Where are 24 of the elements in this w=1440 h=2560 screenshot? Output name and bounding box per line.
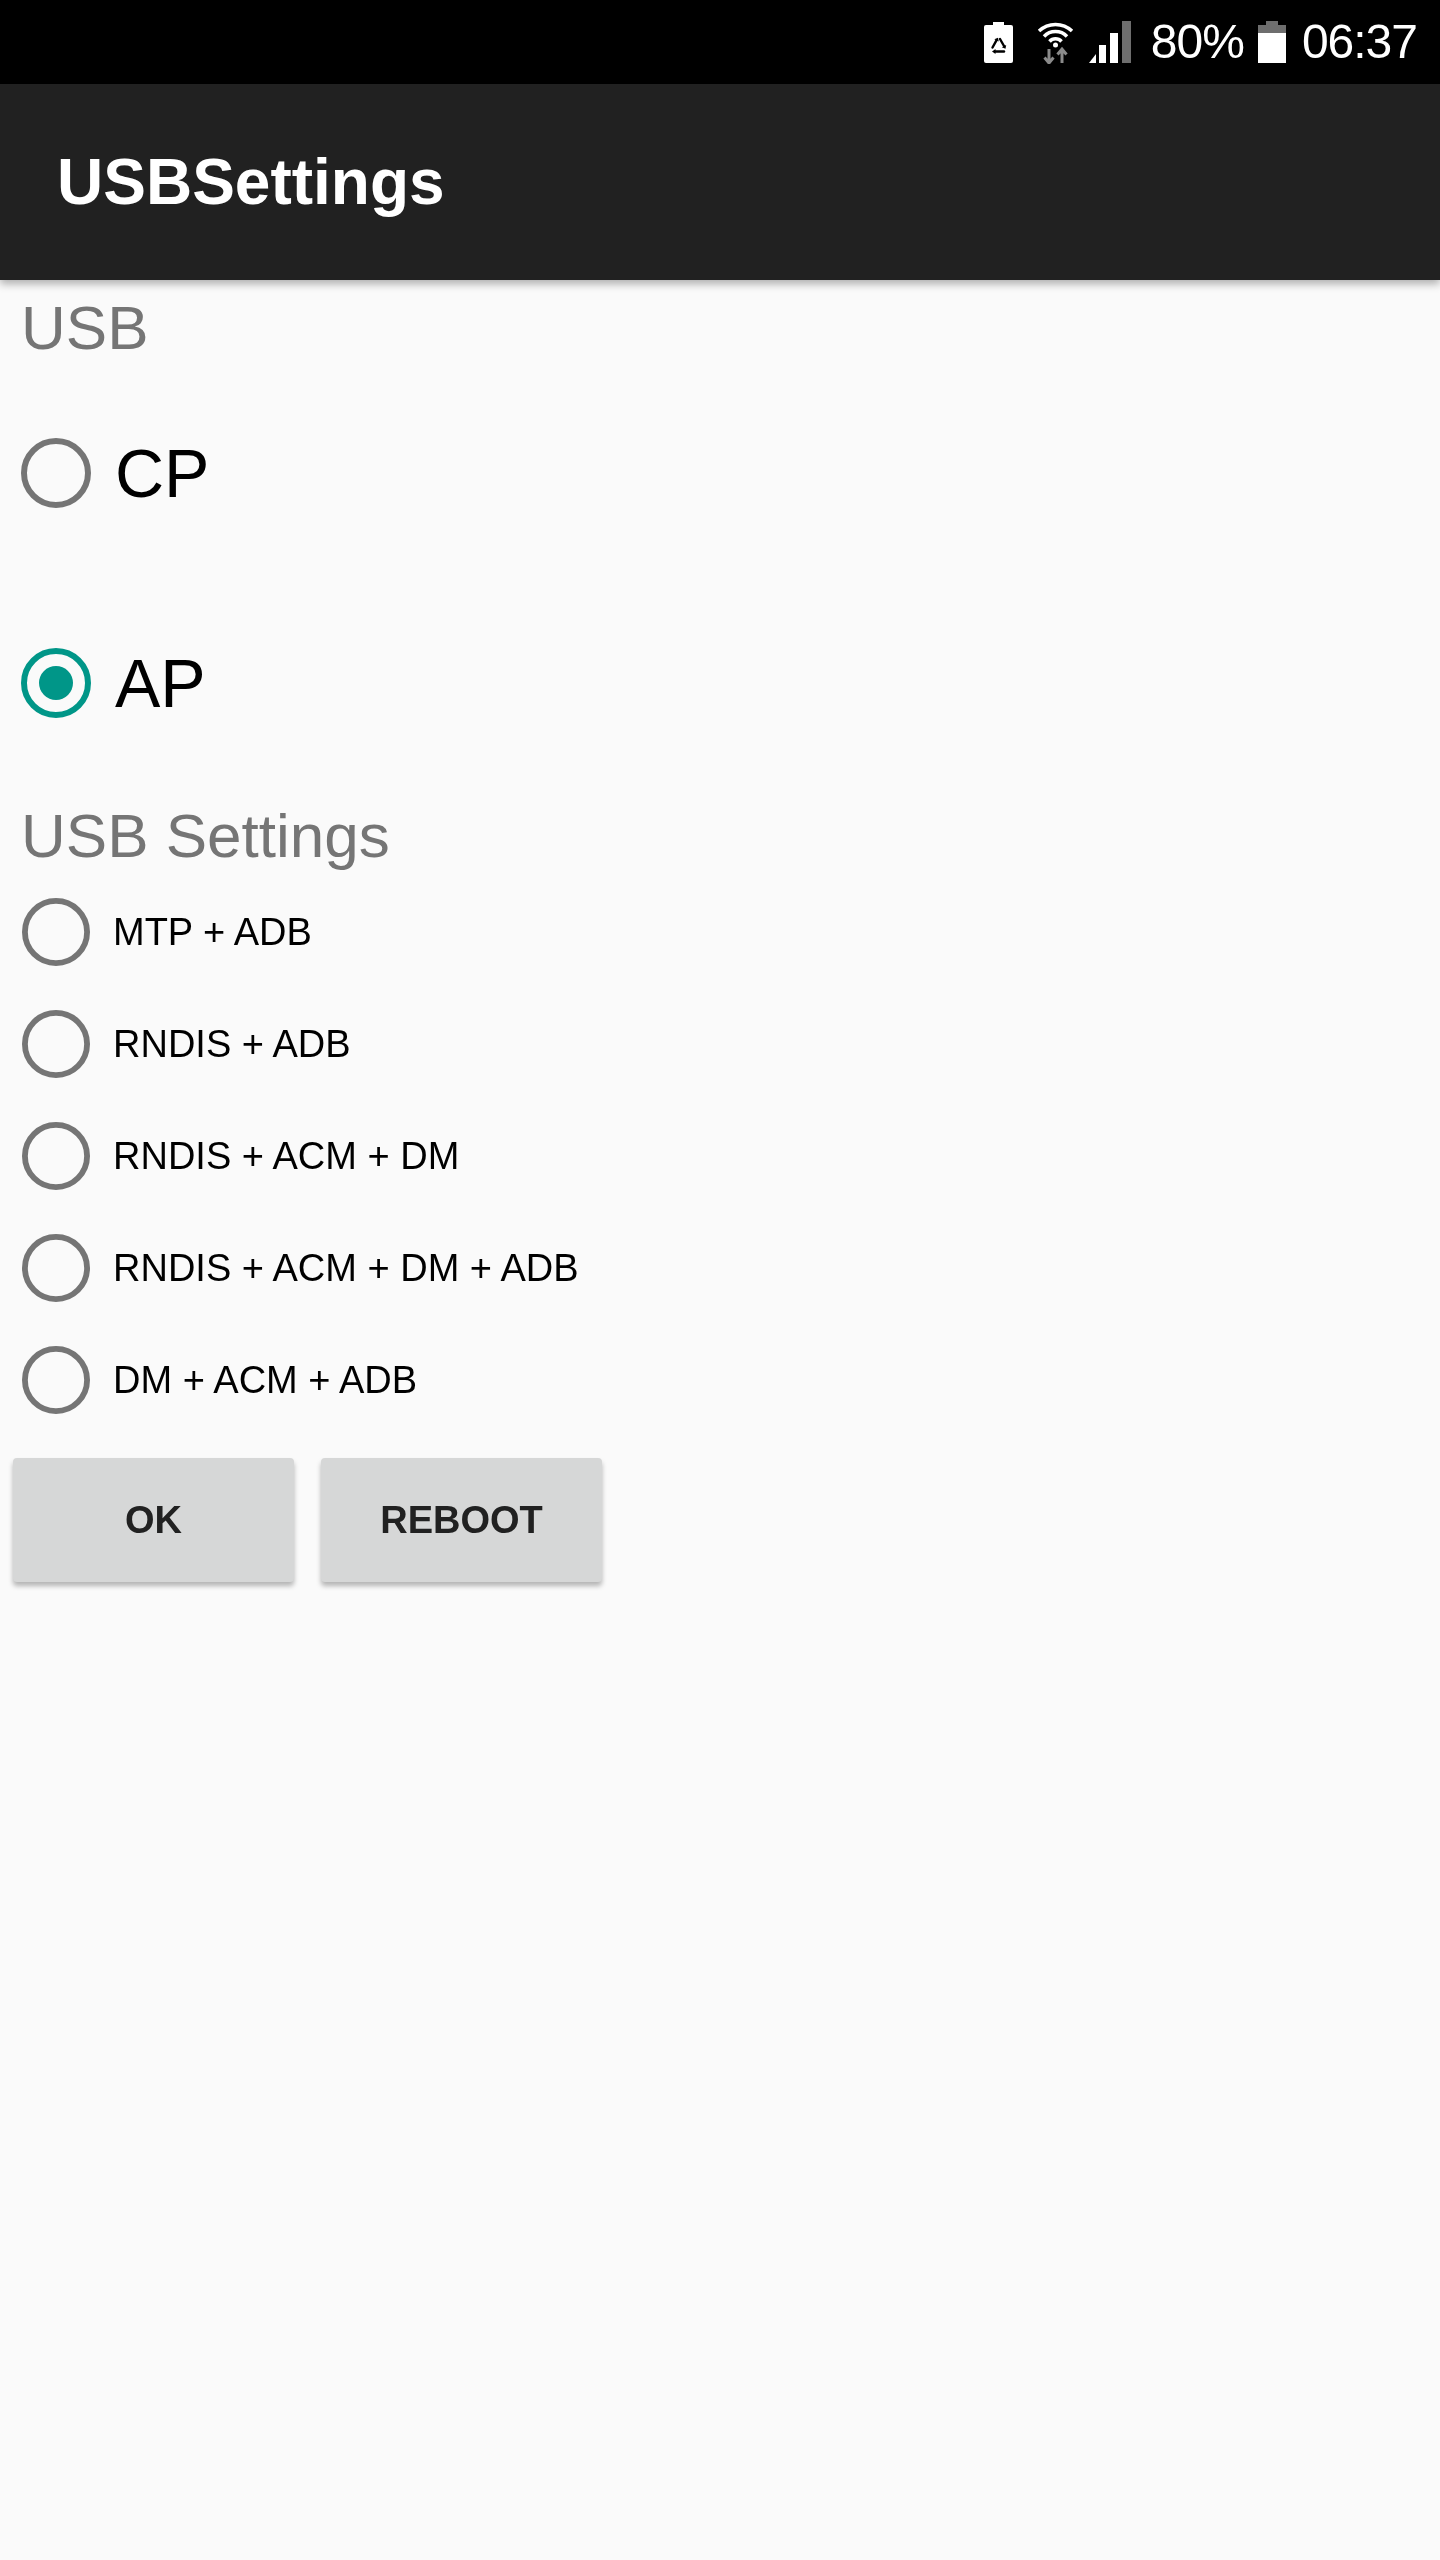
option-label[interactable]: RNDIS + ADB <box>113 1025 351 1063</box>
radio-button[interactable] <box>22 1346 90 1414</box>
option-label[interactable]: RNDIS + ACM + DM <box>113 1137 460 1175</box>
option-label[interactable]: DM + ACM + ADB <box>113 1361 418 1399</box>
radio-button[interactable] <box>21 438 91 508</box>
section-header: USB Settings <box>21 800 390 872</box>
option-label[interactable]: CP <box>115 439 210 507</box>
radio-button[interactable] <box>22 1122 90 1190</box>
battery-percent: 80% <box>1150 18 1244 66</box>
action-button[interactable]: OK <box>13 1458 294 1582</box>
radio-button[interactable] <box>21 648 91 718</box>
battery-recycle-icon <box>983 21 1013 63</box>
radio-button[interactable] <box>22 898 90 966</box>
clock-time: 06:37 <box>1301 18 1417 66</box>
radio-button[interactable] <box>22 1234 90 1302</box>
option-label[interactable]: AP <box>115 649 206 717</box>
battery-icon <box>1257 21 1286 63</box>
option-label[interactable]: MTP + ADB <box>113 913 312 951</box>
signal-icon <box>1088 21 1131 63</box>
action-button[interactable]: REBOOT <box>321 1458 602 1582</box>
section-header: USB <box>21 292 149 364</box>
wifi-icon <box>1036 20 1074 64</box>
radio-button[interactable] <box>22 1010 90 1078</box>
option-label[interactable]: RNDIS + ACM + DM + ADB <box>113 1249 579 1287</box>
